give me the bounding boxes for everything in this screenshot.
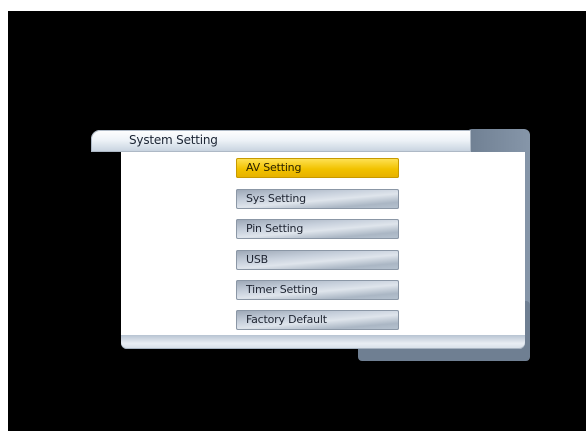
menu-title-bar: System Setting (91, 130, 471, 152)
menu-title: System Setting (129, 133, 218, 147)
menu-body: AV Setting Sys Setting Pin Setting USB T… (121, 152, 525, 335)
menu-item-av-setting[interactable]: AV Setting (236, 158, 399, 178)
menu-item-label: Factory Default (246, 313, 327, 326)
menu-item-factory-default[interactable]: Factory Default (236, 310, 399, 330)
menu-footer-bar (121, 335, 525, 349)
tv-screen: System Setting AV Setting Sys Setting Pi… (8, 11, 586, 431)
menu-item-label: USB (246, 253, 268, 266)
menu-item-label: AV Setting (246, 161, 302, 174)
menu-item-label: Pin Setting (246, 222, 304, 235)
menu-item-label: Sys Setting (246, 192, 306, 205)
menu-item-usb[interactable]: USB (236, 250, 399, 270)
menu-item-label: Timer Setting (246, 283, 318, 296)
menu-item-pin-setting[interactable]: Pin Setting (236, 219, 399, 239)
menu-item-timer-setting[interactable]: Timer Setting (236, 280, 399, 300)
menu-item-sys-setting[interactable]: Sys Setting (236, 189, 399, 209)
